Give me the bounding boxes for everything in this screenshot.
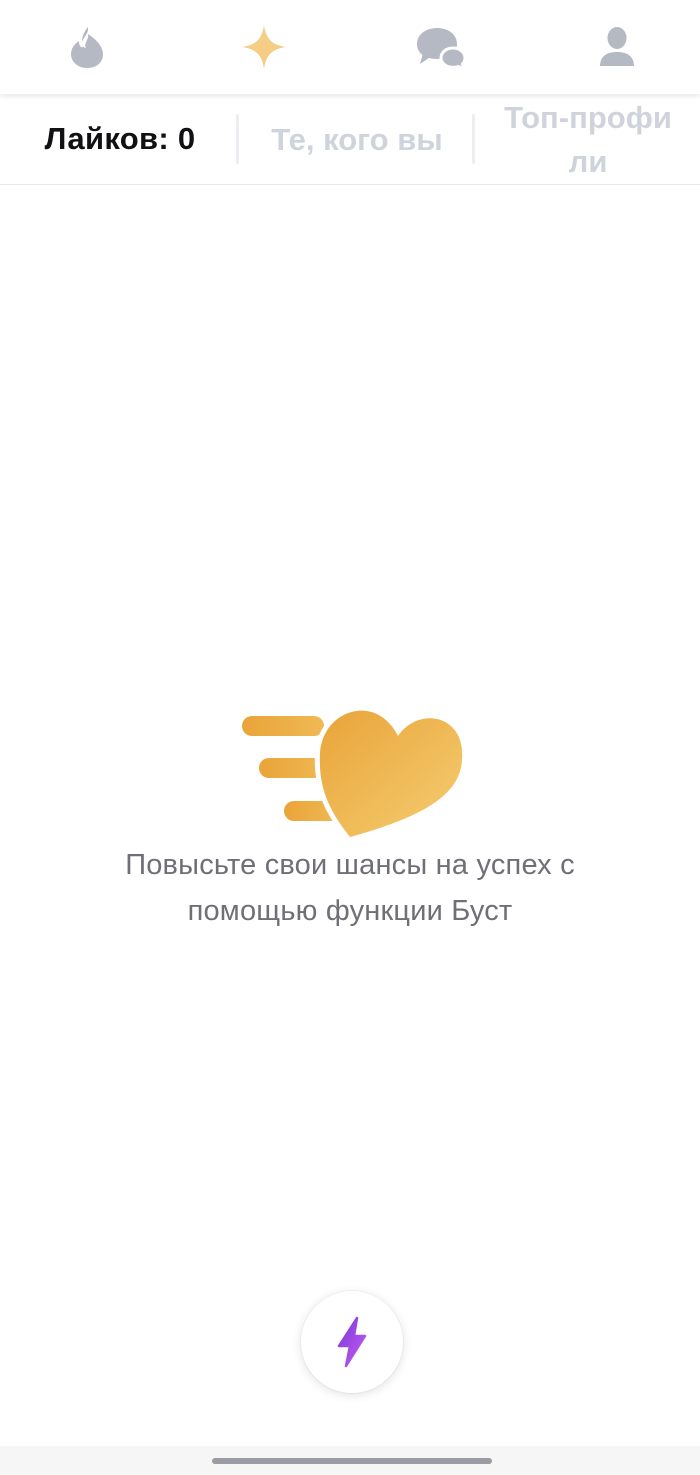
top-navigation-bar — [0, 0, 700, 94]
nav-discover-button[interactable] — [37, 0, 137, 94]
sparkle-icon — [242, 25, 286, 69]
speeding-heart-icon — [242, 705, 468, 842]
tab-divider — [472, 114, 475, 164]
nav-likes-button[interactable] — [214, 0, 314, 94]
tab-liked-by-you-label: Те, кого вы — [271, 122, 443, 157]
tab-liked-by-you[interactable]: Те, кого вы — [240, 94, 474, 184]
empty-state-message: Повысьте свои шансы на успех с помощью ф… — [125, 849, 575, 927]
tab-divider — [236, 114, 239, 164]
tab-top-profiles-label: Топ-профи ли — [504, 100, 672, 179]
boost-button[interactable] — [301, 1291, 403, 1393]
tab-likes-label: Лайков: 0 — [44, 121, 196, 156]
home-indicator-area — [0, 1446, 700, 1475]
nav-profile-button[interactable] — [567, 0, 667, 94]
tab-top-profiles[interactable]: Топ-профи ли — [476, 94, 700, 184]
home-indicator[interactable] — [212, 1458, 492, 1464]
likes-subtabs: Лайков: 0 Те, кого вы Топ-профи ли — [0, 94, 700, 185]
tab-likes[interactable]: Лайков: 0 — [0, 94, 240, 184]
flame-icon — [71, 27, 103, 68]
empty-state-illustration — [236, 696, 468, 842]
nav-messages-button[interactable] — [390, 0, 490, 94]
chat-bubbles-icon — [417, 28, 467, 70]
profile-icon — [600, 27, 634, 66]
lightning-bolt-icon — [337, 1316, 367, 1368]
